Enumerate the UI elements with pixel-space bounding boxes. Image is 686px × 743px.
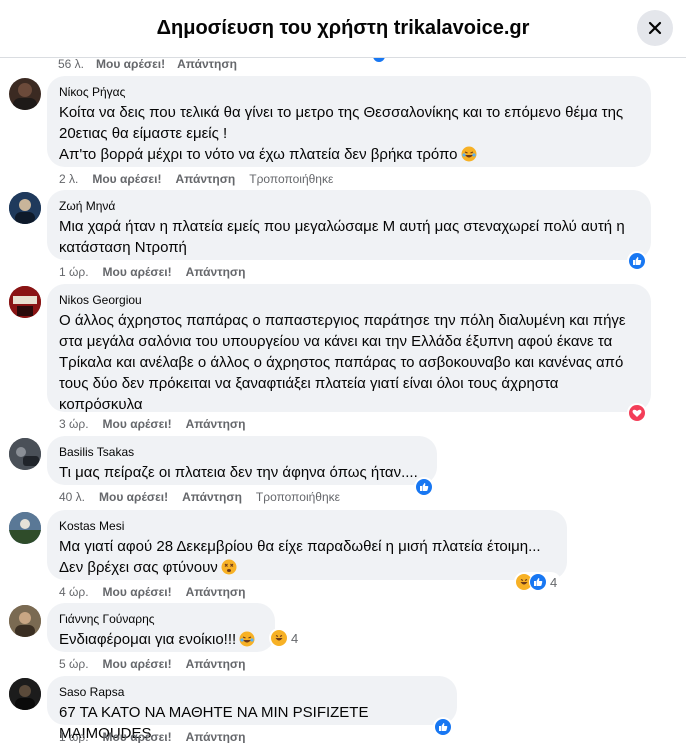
like-link[interactable]: Μου αρέσει! xyxy=(103,656,172,672)
comment-actions: 1 ώρ. Μου αρέσει! Απάντηση xyxy=(59,729,245,743)
haha-reaction-icon xyxy=(270,629,288,647)
comment-reactions[interactable] xyxy=(627,251,647,271)
comment-actions: 3 ώρ. Μου αρέσει! Απάντηση xyxy=(59,416,245,432)
like-link[interactable]: Μου αρέσει! xyxy=(103,264,172,280)
comment-actions: 2 λ. Μου αρέσει! Απάντηση Τροποποιήθηκε xyxy=(59,171,333,187)
reply-link[interactable]: Απάντηση xyxy=(186,264,246,280)
dialog-title: Δημοσίευση του χρήστη trikalavoice.gr xyxy=(156,17,530,39)
like-link[interactable]: Μου αρέσει! xyxy=(103,729,172,743)
comment-author[interactable]: Saso Rapsa xyxy=(59,684,445,700)
close-icon xyxy=(648,21,662,35)
reply-link[interactable]: Απάντηση xyxy=(186,584,246,600)
comments-feed[interactable]: 56 λ. Μου αρέσει! Απάντηση Νίκος Ρήγας Κ… xyxy=(0,58,686,743)
reply-link[interactable]: Απάντηση xyxy=(177,58,237,71)
comment-text: Τι μας πείραζε οι πλατεια δεν την άφηνα … xyxy=(59,464,418,481)
reply-link[interactable]: Απάντηση xyxy=(186,656,246,672)
comment-bubble: Γιάννης Γούναρης Ενδιαφέρομαι για ενοίκι… xyxy=(47,603,275,652)
avatar[interactable] xyxy=(9,286,41,318)
comment-time[interactable]: 40 λ. xyxy=(59,489,85,505)
comment-bubble: Kostas Mesi Μα γιατί αφού 28 Δεκεμβρίου … xyxy=(47,510,567,580)
comment-bubble: Saso Rapsa 67 ΤΑ ΚΑΤΟ ΝΑ ΜΑΘΗΤΕ ΝΑ ΜΙΝ P… xyxy=(47,676,457,742)
avatar[interactable] xyxy=(9,678,41,710)
reply-link[interactable]: Απάντηση xyxy=(186,729,246,743)
comment-time[interactable]: 3 ώρ. xyxy=(59,416,89,432)
previous-comment-actions: 56 λ. Μου αρέσει! Απάντηση xyxy=(58,58,237,71)
like-link[interactable]: Μου αρέσει! xyxy=(103,416,172,432)
like-link[interactable]: Μου αρέσει! xyxy=(96,58,165,71)
comment-author[interactable]: Basilis Tsakas xyxy=(59,444,425,460)
post-dialog-header: Δημοσίευση του χρήστη trikalavoice.gr xyxy=(0,0,686,58)
comment-author[interactable]: Νίκος Ρήγας xyxy=(59,84,639,100)
avatar[interactable] xyxy=(9,192,41,224)
comment-time[interactable]: 56 λ. xyxy=(58,58,84,71)
like-reaction-icon xyxy=(415,478,433,496)
edited-label: Τροποποιήθηκε xyxy=(255,490,340,504)
comment-author[interactable]: Kostas Mesi xyxy=(59,518,555,534)
comment-author[interactable]: Nikos Georgiou xyxy=(59,292,639,308)
comment-actions: 40 λ. Μου αρέσει! Απάντηση Τροποποιήθηκε xyxy=(59,489,340,505)
dizzy-face-emoji-icon xyxy=(221,559,237,581)
comment-time[interactable]: 4 ώρ. xyxy=(59,584,89,600)
comment-time[interactable]: 5 ώρ. xyxy=(59,656,89,672)
close-button[interactable] xyxy=(637,10,673,46)
like-reaction-icon[interactable] xyxy=(371,58,387,64)
avatar[interactable] xyxy=(9,438,41,470)
comment-text: Μα γιατί αφού 28 Δεκεμβρίου θα είχε παρα… xyxy=(59,536,555,581)
comment-bubble: Ζωή Μηνά Μια χαρά ήταν η πλατεία εμείς π… xyxy=(47,190,651,260)
comment-time[interactable]: 1 ώρ. xyxy=(59,264,89,280)
reply-link[interactable]: Απάντηση xyxy=(175,171,235,187)
like-reaction-icon xyxy=(628,252,646,270)
comment-actions: 1 ώρ. Μου αρέσει! Απάντηση xyxy=(59,264,245,280)
comment-reactions[interactable] xyxy=(433,717,453,737)
comment-text: Μια χαρά ήταν η πλατεία εμείς που μεγαλώ… xyxy=(59,218,625,256)
reply-link[interactable]: Απάντηση xyxy=(182,489,242,505)
comment-actions: 4 ώρ. Μου αρέσει! Απάντηση xyxy=(59,584,245,600)
comment-text: Κοίτα να δεις που τελικά θα γίνει το μετ… xyxy=(59,102,639,168)
comment-bubble: Basilis Tsakas Τι μας πείραζε οι πλατεια… xyxy=(47,436,437,485)
avatar[interactable] xyxy=(9,78,41,110)
love-reaction-icon xyxy=(628,404,646,422)
comment-reactions[interactable]: 4 xyxy=(514,572,562,592)
like-link[interactable]: Μου αρέσει! xyxy=(92,171,161,187)
comment-text: Ενδιαφέρομαι για ενοίκιο!!! xyxy=(59,629,263,653)
comment-reactions[interactable]: 4 xyxy=(269,628,303,648)
laughing-crying-emoji-icon xyxy=(461,146,477,168)
like-link[interactable]: Μου αρέσει! xyxy=(103,584,172,600)
like-reaction-icon xyxy=(529,573,547,591)
avatar[interactable] xyxy=(9,512,41,544)
comment-actions: 5 ώρ. Μου αρέσει! Απάντηση xyxy=(59,656,245,672)
comment-reactions[interactable] xyxy=(414,477,434,497)
comment-time[interactable]: 2 λ. xyxy=(59,171,78,187)
edited-label: Τροποποιήθηκε xyxy=(249,172,334,186)
comment-bubble: Νίκος Ρήγας Κοίτα να δεις που τελικά θα … xyxy=(47,76,651,167)
like-link[interactable]: Μου αρέσει! xyxy=(99,489,168,505)
laughing-crying-emoji-icon xyxy=(239,631,255,653)
comment-author[interactable]: Ζωή Μηνά xyxy=(59,198,639,214)
reaction-count: 4 xyxy=(291,630,299,646)
like-reaction-icon xyxy=(434,718,452,736)
comment-author[interactable]: Γιάννης Γούναρης xyxy=(59,611,263,627)
reaction-count: 4 xyxy=(550,574,558,590)
avatar[interactable] xyxy=(9,605,41,637)
comment-text: Ο άλλος άχρηστος παπάρας ο παπαστεργιος … xyxy=(59,312,626,413)
comment-bubble: Nikos Georgiou Ο άλλος άχρηστος παπάρας … xyxy=(47,284,651,413)
comment-time[interactable]: 1 ώρ. xyxy=(59,729,89,743)
reply-link[interactable]: Απάντηση xyxy=(186,416,246,432)
comment-reactions[interactable] xyxy=(627,403,647,423)
